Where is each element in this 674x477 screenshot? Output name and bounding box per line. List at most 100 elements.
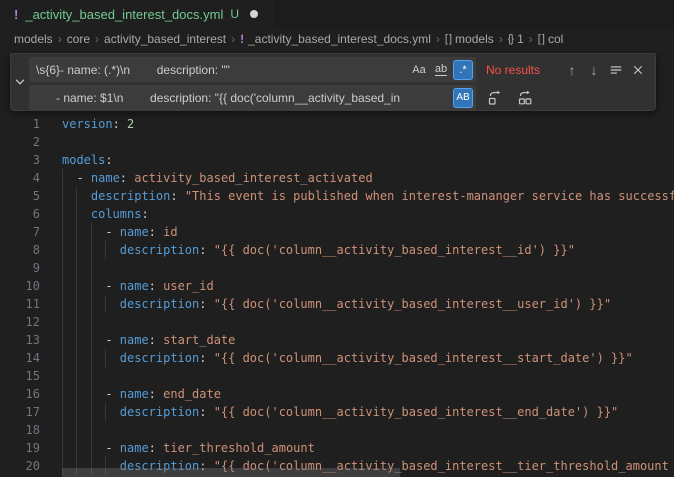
indent-guide xyxy=(76,349,90,367)
breadcrumb-item[interactable]: [ ]col xyxy=(538,32,564,46)
breadcrumb-label: core xyxy=(67,32,90,46)
code-line[interactable]: 16 - name: end_date xyxy=(0,385,674,403)
line-number: 11 xyxy=(0,295,40,313)
breadcrumb-item[interactable]: models xyxy=(14,32,53,46)
line-number: 16 xyxy=(0,385,40,403)
breadcrumb: models›core›activity_based_interest›!_ac… xyxy=(0,28,674,50)
indent-guide xyxy=(76,295,90,313)
editor-area[interactable]: Aa ab .* No results ↑ xyxy=(0,50,674,477)
indent-guide xyxy=(76,439,90,457)
indent-guide xyxy=(105,241,119,259)
code-line[interactable]: 8description: "{{ doc('column__activity_… xyxy=(0,241,674,259)
indent-guide xyxy=(76,259,90,277)
match-case-button[interactable]: Aa xyxy=(409,60,429,80)
indent-guide xyxy=(91,313,105,331)
line-number: 3 xyxy=(0,151,40,169)
indent-guide xyxy=(91,259,105,277)
code-line[interactable]: 5 description: "This event is published w… xyxy=(0,187,674,205)
breadcrumb-separator: › xyxy=(58,32,62,46)
indent-guide xyxy=(76,331,90,349)
indent-guide xyxy=(62,295,76,313)
code-area[interactable]: 1version: 223 models:4- name: activity_ba… xyxy=(0,50,674,477)
find-previous-button[interactable]: ↑ xyxy=(561,59,583,81)
vscode-window: ! _activity_based_interest_docs.yml U mo… xyxy=(0,0,674,477)
breadcrumb-item[interactable]: {}1 xyxy=(508,32,524,46)
code-line[interactable]: 17description: "{{ doc('column__activity… xyxy=(0,403,674,421)
code-line[interactable]: 13 - name: start_date xyxy=(0,331,674,349)
code-line[interactable]: 2 xyxy=(0,133,674,151)
close-find-button[interactable] xyxy=(627,59,649,81)
line-number: 5 xyxy=(0,187,40,205)
breadcrumb-item[interactable]: core xyxy=(67,32,90,46)
find-row: Aa ab .* No results ↑ xyxy=(29,57,649,82)
indent-guide xyxy=(91,331,105,349)
indent-guide xyxy=(76,421,90,439)
code-line-text[interactable]: columns: xyxy=(62,205,149,223)
indent-guide xyxy=(76,385,90,403)
line-number: 2 xyxy=(0,133,40,151)
code-line-text[interactable]: description: "{{ doc('column__activity_b… xyxy=(62,295,611,313)
code-line-text[interactable]: - name: id xyxy=(62,223,178,241)
indent-guide xyxy=(76,187,90,205)
find-in-selection-button[interactable] xyxy=(605,59,627,81)
indent-guide xyxy=(62,259,76,277)
toggle-replace-button[interactable] xyxy=(11,54,29,110)
code-line-text[interactable] xyxy=(62,313,105,331)
indent-guide xyxy=(62,421,76,439)
breadcrumb-label: _activity_based_interest_docs.yml xyxy=(248,32,431,46)
code-line[interactable]: 18 xyxy=(0,421,674,439)
replace-input[interactable] xyxy=(29,85,476,110)
code-line[interactable]: 7- name: id xyxy=(0,223,674,241)
breadcrumb-label: models xyxy=(14,32,53,46)
preserve-case-label: AB xyxy=(456,92,469,103)
close-icon xyxy=(632,64,644,76)
tab-activity-based-interest-docs[interactable]: ! _activity_based_interest_docs.yml U xyxy=(0,0,274,28)
code-line[interactable]: 14description: "{{ doc('column__activity… xyxy=(0,349,674,367)
indent-guide xyxy=(91,421,105,439)
code-line-text[interactable]: - name: activity_based_interest_activate… xyxy=(62,169,373,187)
code-line-text[interactable] xyxy=(62,421,105,439)
indent-guide xyxy=(76,313,90,331)
replace-button[interactable] xyxy=(484,87,506,109)
breadcrumb-item[interactable]: [ ]models xyxy=(445,32,494,46)
code-line-text[interactable] xyxy=(62,259,105,277)
code-line[interactable]: 1version: 2 xyxy=(0,115,674,133)
whole-word-button[interactable]: ab xyxy=(431,60,451,80)
code-line-text[interactable]: - name: start_date xyxy=(62,331,235,349)
code-line[interactable]: 11 description: "{{ doc('column__activity… xyxy=(0,295,674,313)
line-number: 13 xyxy=(0,331,40,349)
code-line-text[interactable]: - name: end_date xyxy=(62,385,221,403)
code-line[interactable]: 10- name: user_id xyxy=(0,277,674,295)
code-line-text[interactable]: - name: user_id xyxy=(62,277,214,295)
code-line[interactable]: 3 models: xyxy=(0,151,674,169)
code-line[interactable]: 6columns: xyxy=(0,205,674,223)
code-line[interactable]: 4- name: activity_based_interest_activat… xyxy=(0,169,674,187)
arrow-down-icon: ↓ xyxy=(591,62,598,78)
code-line-text[interactable]: models: xyxy=(62,151,113,169)
indent-guide xyxy=(76,205,90,223)
breadcrumb-item[interactable]: activity_based_interest xyxy=(104,32,226,46)
find-next-button[interactable]: ↓ xyxy=(583,59,605,81)
symbol-array-icon: [ ] xyxy=(445,33,451,45)
code-line[interactable]: 15 xyxy=(0,367,674,385)
code-line[interactable]: 12 xyxy=(0,313,674,331)
code-line-text[interactable]: description: "{{ doc('column__activity_b… xyxy=(62,241,575,259)
code-line-text[interactable]: description: "This event is published wh… xyxy=(62,187,674,205)
code-line-text[interactable]: description: "{{ doc('column__activity_b… xyxy=(62,349,633,367)
modified-dot-icon[interactable] xyxy=(250,10,258,18)
replace-options: AB xyxy=(453,88,473,108)
code-line-text[interactable] xyxy=(62,367,105,385)
code-line-text[interactable]: version: 2 xyxy=(62,115,134,133)
breadcrumb-separator: › xyxy=(231,32,235,46)
code-line-text[interactable]: - name: tier_threshold_amount xyxy=(62,439,315,457)
symbol-array-icon: [ ] xyxy=(538,33,544,45)
code-line[interactable]: 9 xyxy=(0,259,674,277)
code-line-text[interactable]: description: "{{ doc('column__activity_b… xyxy=(62,403,618,421)
replace-all-button[interactable] xyxy=(514,87,536,109)
code-line[interactable]: 19- name: tier_threshold_amount xyxy=(0,439,674,457)
breadcrumb-item[interactable]: !_activity_based_interest_docs.yml xyxy=(240,32,431,46)
horizontal-scrollbar[interactable] xyxy=(62,468,400,477)
indent-guide xyxy=(62,403,76,421)
regex-button[interactable]: .* xyxy=(453,60,473,80)
preserve-case-button[interactable]: AB xyxy=(453,88,473,108)
